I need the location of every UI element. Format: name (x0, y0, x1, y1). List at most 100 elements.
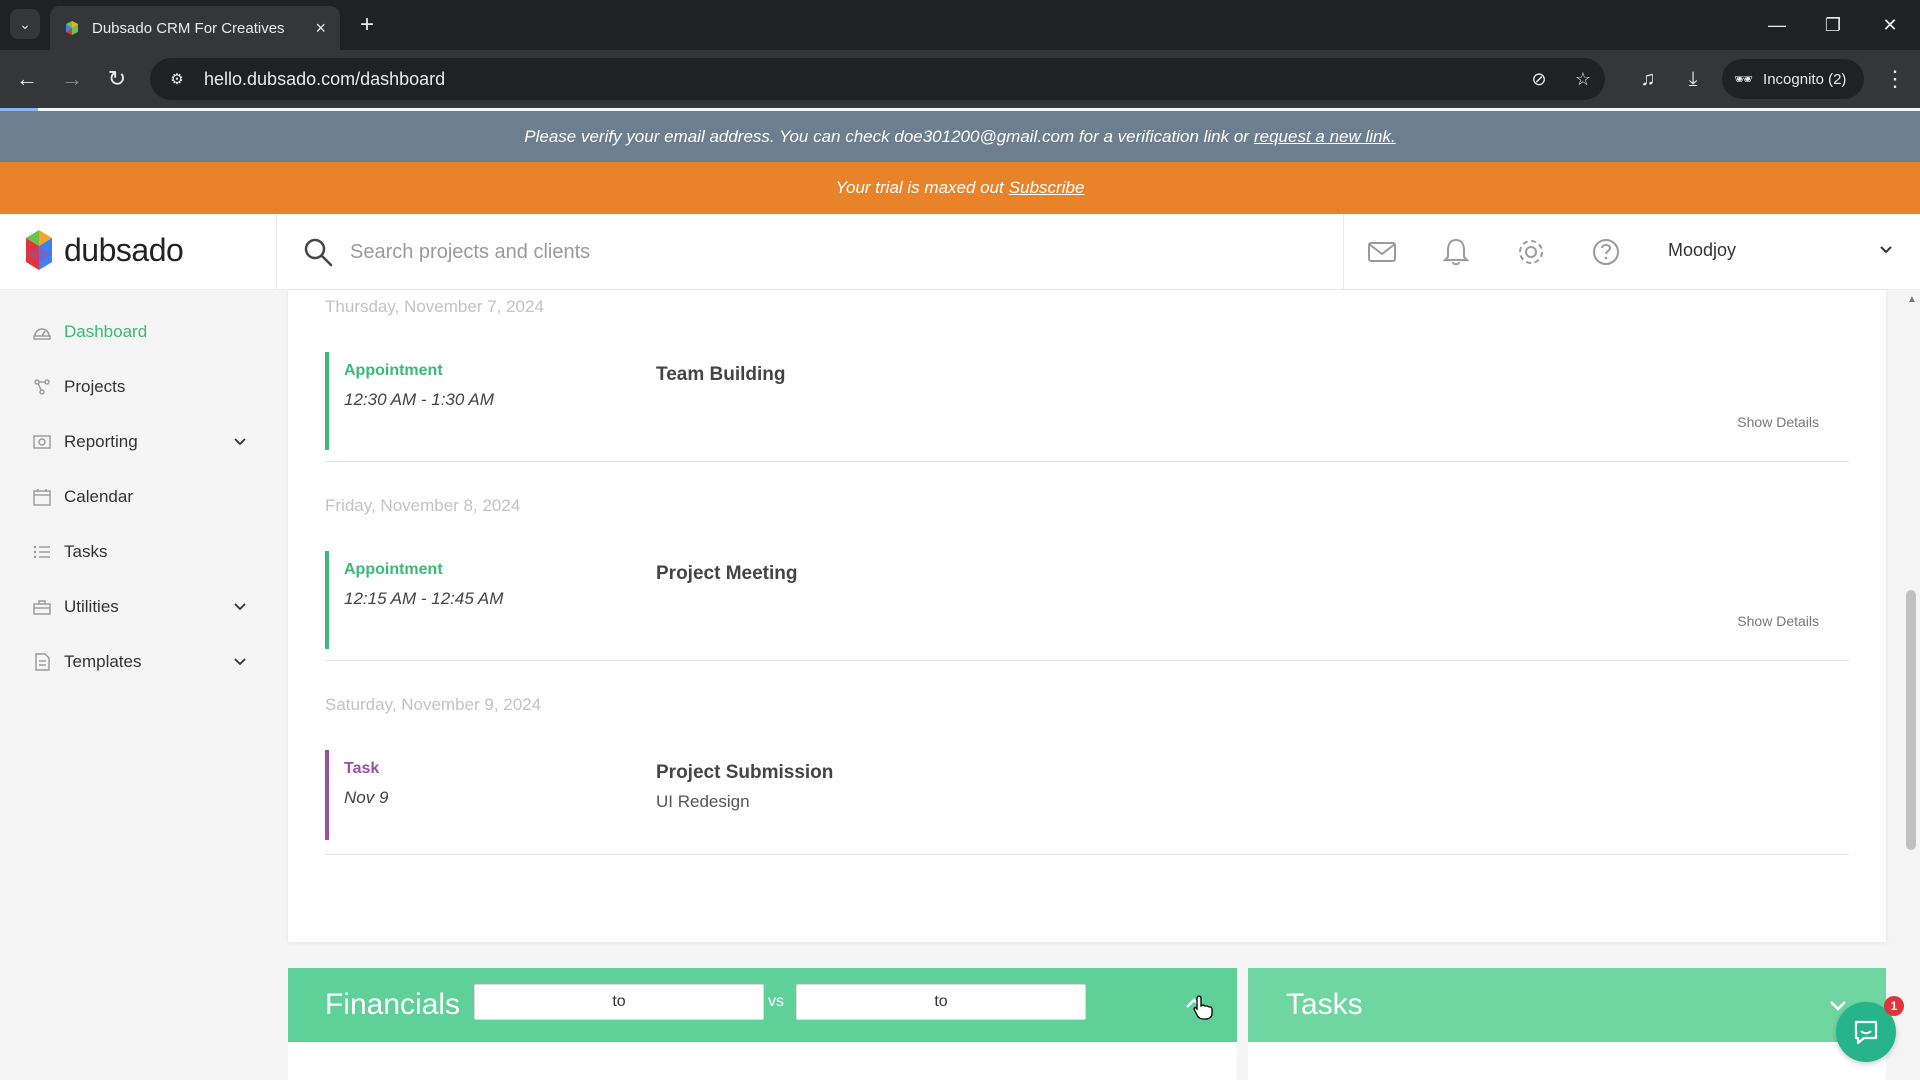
incognito-button[interactable]: 🕶 Incognito (2) (1722, 59, 1864, 99)
event-title[interactable]: Team Building (656, 364, 785, 386)
close-icon[interactable]: × (315, 18, 326, 39)
chevron-down-icon[interactable] (233, 655, 247, 669)
verify-email-banner: Please verify your email address. You ca… (0, 111, 1920, 162)
reload-icon[interactable]: ↻ (102, 64, 132, 94)
tasks-icon (33, 545, 50, 559)
calendar-icon (33, 489, 51, 506)
event-type-bar (325, 750, 329, 840)
app-header: dubsado Moodjoy (0, 214, 1920, 290)
financials-title: Financials (325, 988, 461, 1021)
tab-title: Dubsado CRM For Creatives (92, 19, 285, 37)
sidebar-item-projects[interactable]: Projects (32, 372, 247, 402)
show-details-link[interactable]: Show Details (1737, 414, 1819, 430)
schedule-event[interactable]: Appointment 12:15 AM - 12:45 AM Project … (325, 551, 1849, 661)
reporting-icon (33, 435, 51, 449)
sidebar-item-tasks[interactable]: Tasks (32, 537, 247, 567)
dubsado-favicon (66, 21, 78, 35)
star-icon[interactable]: ☆ (1561, 69, 1605, 90)
plus-icon[interactable]: + (352, 10, 382, 40)
subscribe-link[interactable]: Subscribe (1009, 178, 1085, 198)
upcoming-schedule-card: Thursday, November 7, 2024 Appointment 1… (288, 290, 1886, 942)
hand-cursor-icon (1193, 995, 1213, 1020)
sidebar-item-reporting[interactable]: Reporting (32, 427, 247, 457)
scroll-thumb[interactable] (1906, 590, 1916, 850)
sidebar-item-templates[interactable]: Templates (32, 647, 247, 677)
event-time: 12:15 AM - 12:45 AM (344, 589, 504, 608)
event-title[interactable]: Project Meeting (656, 563, 797, 585)
sidebar: Dashboard Projects Reporting Calendar Ta… (0, 290, 276, 1080)
minimize-icon[interactable]: — (1757, 10, 1797, 40)
projects-icon (34, 379, 50, 395)
day-heading: Saturday, November 9, 2024 (325, 695, 542, 714)
vs-label: vs (768, 993, 784, 1010)
mail-icon[interactable] (1366, 236, 1398, 268)
show-details-link[interactable]: Show Details (1737, 613, 1819, 629)
templates-icon (35, 653, 50, 671)
sidebar-item-label: Tasks (64, 542, 108, 561)
event-type: Appointment (344, 561, 443, 578)
chat-icon (1854, 1020, 1878, 1045)
compare-date-range-input[interactable]: to (796, 984, 1086, 1020)
request-new-link[interactable]: request a new link. (1254, 127, 1396, 147)
financials-panel-body (288, 1042, 1237, 1080)
eye-off-icon[interactable]: ⊘ (1517, 69, 1561, 90)
event-type-bar (325, 551, 329, 649)
event-type: Task (344, 760, 380, 777)
day-heading: Thursday, November 7, 2024 (325, 297, 544, 316)
dubsado-logo[interactable]: dubsado (24, 228, 184, 272)
event-time: 12:30 AM - 1:30 AM (344, 390, 494, 409)
browser-tab-bar: ⌄ Dubsado CRM For Creatives × + — ❐ ✕ (0, 0, 1920, 50)
logo-text: dubsado (64, 231, 184, 268)
search-icon[interactable] (302, 236, 334, 268)
address-bar[interactable]: ⚙ hello.dubsado.com/dashboard ⊘ ☆ (150, 58, 1605, 100)
sidebar-item-label: Utilities (64, 597, 119, 616)
dubsado-logo-icon (26, 230, 52, 270)
event-type-bar (325, 352, 329, 450)
schedule-event[interactable]: Task Nov 9 Project Submission UI Redesig… (325, 750, 1849, 855)
more-icon[interactable]: ⋮ (1880, 64, 1910, 94)
media-icon[interactable]: ♫ (1633, 64, 1663, 94)
verify-text: Please verify your email address. You ca… (524, 126, 1249, 146)
schedule-event[interactable]: Appointment 12:30 AM - 1:30 AM Team Buil… (325, 352, 1849, 462)
user-menu-name[interactable]: Moodjoy (1668, 240, 1736, 261)
window-close-icon[interactable]: ✕ (1870, 10, 1910, 40)
incognito-label: Incognito (2) (1763, 70, 1847, 88)
tasks-panel-body (1248, 1042, 1886, 1080)
event-title[interactable]: Project Submission (656, 762, 833, 784)
chevron-down-icon[interactable] (1878, 242, 1894, 258)
utilities-icon (33, 600, 51, 615)
site-info-icon[interactable]: ⚙ (162, 64, 192, 94)
scroll-up-icon[interactable]: ▲ (1907, 294, 1917, 305)
trial-text: Your trial is maxed out (835, 178, 1004, 197)
tasks-panel-header: Tasks (1248, 968, 1886, 1042)
bell-icon[interactable] (1440, 236, 1472, 268)
financials-panel-header: Financials to vs to (288, 968, 1237, 1042)
sidebar-item-utilities[interactable]: Utilities (32, 592, 247, 622)
browser-toolbar: ← → ↻ ⚙ hello.dubsado.com/dashboard ⊘ ☆ … (0, 50, 1920, 108)
forward-icon[interactable]: → (57, 64, 87, 94)
tasks-title: Tasks (1286, 988, 1363, 1021)
sidebar-item-label: Calendar (64, 487, 133, 506)
url-text[interactable]: hello.dubsado.com/dashboard (204, 69, 1517, 90)
chevron-down-icon[interactable] (233, 600, 247, 614)
sidebar-item-label: Reporting (64, 432, 138, 451)
trial-banner: Your trial is maxed out Subscribe (0, 162, 1920, 214)
sidebar-item-label: Dashboard (64, 322, 148, 341)
restore-icon[interactable]: ❐ (1813, 10, 1853, 40)
sidebar-item-label: Projects (64, 377, 126, 396)
tab-search-icon[interactable]: ⌄ (10, 9, 40, 39)
download-icon[interactable]: ⤓ (1678, 64, 1708, 94)
gear-icon[interactable] (1515, 236, 1547, 268)
dashboard-icon (33, 328, 51, 340)
page-scrollbar[interactable]: ▲ (1902, 290, 1920, 1080)
sidebar-item-calendar[interactable]: Calendar (32, 482, 247, 512)
help-icon[interactable] (1590, 236, 1622, 268)
chevron-down-icon[interactable] (233, 435, 247, 449)
browser-tab[interactable]: Dubsado CRM For Creatives × (50, 6, 340, 50)
date-range-input[interactable]: to (474, 984, 764, 1020)
sidebar-item-dashboard[interactable]: Dashboard (32, 317, 247, 347)
search-input[interactable] (350, 232, 1310, 272)
day-heading: Friday, November 8, 2024 (325, 496, 521, 515)
notification-badge: 1 (1884, 996, 1904, 1016)
back-icon[interactable]: ← (12, 64, 42, 94)
